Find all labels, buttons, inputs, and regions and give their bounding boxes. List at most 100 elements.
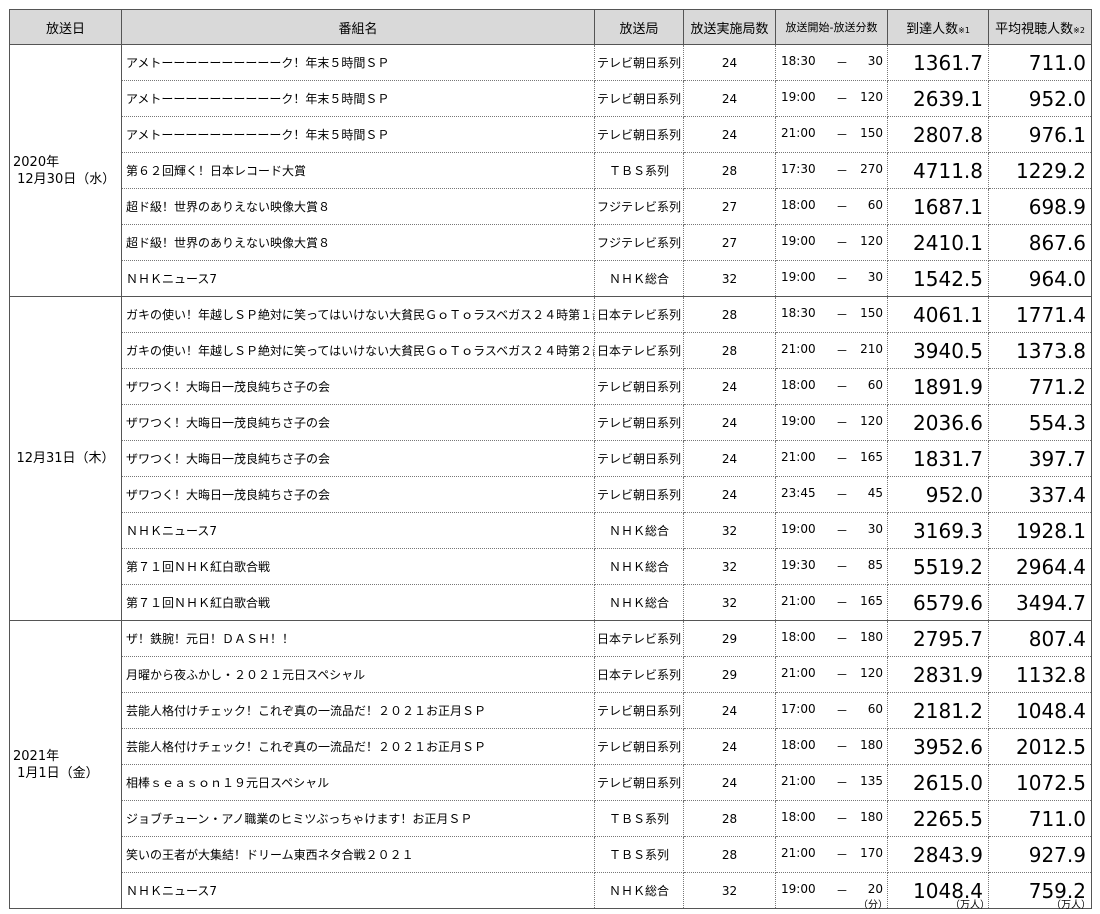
program-name: ＮＨＫニュース7 (121, 260, 595, 297)
unit-minutes: （分） (858, 900, 888, 911)
table-row: 超ド級！世界のありえない映像大賞８ フジテレビ系列 27 18:00 － 60 1687.1… (10, 188, 1092, 225)
table-row: 笑いの王者が大集結！ドリーム東西ネタ合戦２０２１ ＴＢＳ系列 28 21:00 － 170… (10, 836, 1092, 873)
station-name: ＮＨＫ総合 (594, 872, 684, 909)
average-viewers: 2964.4 (988, 548, 1092, 585)
station-name: ＮＨＫ総合 (594, 548, 684, 585)
table-row: アメトーーーーーーーーーーク！年末５時間ＳＰ テレビ朝日系列 24 21:00 － 150… (10, 116, 1092, 153)
stations-count: 28 (683, 296, 776, 333)
header-program-name: 番組名 (121, 9, 595, 45)
reach-count: 2410.1 (887, 224, 989, 261)
time-dash: － (836, 308, 849, 322)
time-dash: － (836, 632, 849, 646)
duration-minutes: 45 (867, 486, 883, 500)
station-name: フジテレビ系列 (594, 224, 684, 261)
reach-count: 4061.1 (887, 296, 989, 333)
station-name: 日本テレビ系列 (594, 296, 684, 333)
time-dash: － (836, 596, 849, 610)
average-viewers: 1132.8 (988, 656, 1092, 693)
stations-count: 28 (683, 152, 776, 189)
reach-count: 1891.9 (887, 368, 989, 405)
duration-minutes: 150 (860, 126, 883, 140)
stations-count: 32 (683, 872, 776, 909)
duration-minutes: 60 (867, 198, 883, 212)
broadcast-date-line: 2020年 (13, 154, 60, 170)
average-viewers: 927.9 (988, 836, 1092, 873)
broadcast-time: 21:00 － 165 (775, 440, 888, 477)
average-viewers: 1373.8 (988, 332, 1092, 369)
table-row: ザワつく！大晦日一茂良純ちさ子の会 テレビ朝日系列 24 23:45 － 45 952.0 3… (10, 476, 1092, 513)
time-dash: － (836, 776, 849, 790)
broadcast-date-line: 12月31日（木） (16, 451, 115, 466)
broadcast-time: 21:00 － 120 (775, 656, 888, 693)
time-dash: － (836, 380, 849, 394)
duration-minutes: 60 (867, 378, 883, 392)
stations-count: 27 (683, 188, 776, 225)
table-row: 第７１回ＮＨＫ紅白歌合戦 ＮＨＫ総合 32 19:30 － 85 5519.2 2964.4 (10, 548, 1092, 585)
time-dash: － (836, 200, 849, 214)
table-row: ザワつく！大晦日一茂良純ちさ子の会 テレビ朝日系列 24 21:00 － 165 1831.… (10, 440, 1092, 477)
broadcast-time: 19:00 － 120 (775, 80, 888, 117)
duration-minutes: 165 (860, 594, 883, 608)
program-name: ガキの使い！年越しＳＰ絶対に笑ってはいけない大貧民ＧｏＴｏラスベガス２４時第２部 (121, 332, 595, 369)
station-name: テレビ朝日系列 (594, 368, 684, 405)
reach-count: 1361.7 (887, 44, 989, 81)
duration-minutes: 120 (860, 414, 883, 428)
average-viewers: 1072.5 (988, 764, 1092, 801)
reach-count: 2036.6 (887, 404, 989, 441)
reach-count: 6579.6 (887, 584, 989, 621)
broadcast-time: 17:00 － 60 (775, 692, 888, 729)
duration-minutes: 30 (867, 270, 883, 284)
start-time: 21:00 (781, 846, 816, 860)
broadcast-date: 2020年 12月30日（水） (9, 44, 122, 297)
header-date: 放送日 (9, 9, 122, 45)
average-viewers: 554.3 (988, 404, 1092, 441)
average-viewers: 337.4 (988, 476, 1092, 513)
unit-reach: （万人） (950, 900, 990, 911)
start-time: 21:00 (781, 342, 816, 356)
duration-minutes: 120 (860, 90, 883, 104)
table-row: ＮＨＫニュース7 ＮＨＫ総合 32 19:00 － 30 3169.3 1928.1 (10, 512, 1092, 549)
reach-count: 2807.8 (887, 116, 989, 153)
header-avg: 平均視聴人数※2 (988, 9, 1092, 45)
start-time: 19:00 (781, 270, 816, 284)
duration-minutes: 30 (867, 522, 883, 536)
start-time: 21:00 (781, 126, 816, 140)
start-time: 18:30 (781, 54, 816, 68)
stations-count: 32 (683, 548, 776, 585)
time-dash: － (836, 884, 849, 898)
header-reach-note: ※1 (958, 25, 970, 35)
average-viewers: 1771.4 (988, 296, 1092, 333)
reach-count: 2639.1 (887, 80, 989, 117)
start-time: 19:00 (781, 414, 816, 428)
reach-count: 3940.5 (887, 332, 989, 369)
broadcast-date: 12月31日（木） (9, 296, 122, 621)
stations-count: 24 (683, 404, 776, 441)
broadcast-time: 18:00 － 180 (775, 620, 888, 657)
average-viewers: 807.4 (988, 620, 1092, 657)
stations-count: 24 (683, 728, 776, 765)
reach-count: 2615.0 (887, 764, 989, 801)
program-name: 超ド級！世界のありえない映像大賞８ (121, 188, 595, 225)
average-viewers: 1229.2 (988, 152, 1092, 189)
time-dash: － (836, 740, 849, 754)
duration-minutes: 180 (860, 738, 883, 752)
broadcast-time: 21:00 － 170 (775, 836, 888, 873)
average-viewers: 976.1 (988, 116, 1092, 153)
stations-count: 24 (683, 44, 776, 81)
program-name: 第６２回輝く！日本レコード大賞 (121, 152, 595, 189)
time-dash: － (836, 164, 849, 178)
time-dash: － (836, 452, 849, 466)
unit-avg: （万人） (1051, 900, 1091, 911)
program-name: ザワつく！大晦日一茂良純ちさ子の会 (121, 404, 595, 441)
duration-minutes: 20 (867, 882, 883, 896)
ratings-table: 放送日 番組名 放送局 放送実施局数 放送開始-放送分数 到達人数※1 平均視聴… (9, 9, 1092, 909)
broadcast-time: 18:00 － 60 (775, 188, 888, 225)
table-row: アメトーーーーーーーーーーク！年末５時間ＳＰ テレビ朝日系列 24 19:00 － 120… (10, 80, 1092, 117)
program-name: ザ！鉄腕！元日！ＤＡＳＨ！！ (121, 620, 595, 657)
program-name: 第７１回ＮＨＫ紅白歌合戦 (121, 548, 595, 585)
stations-count: 32 (683, 260, 776, 297)
stations-count: 32 (683, 512, 776, 549)
table-row: ジョブチューン・アノ職業のヒミツぶっちゃけます！お正月ＳＰ ＴＢＳ系列 28 18:0… (10, 800, 1092, 837)
duration-minutes: 30 (867, 54, 883, 68)
program-name: 芸能人格付けチェック！これぞ真の一流品だ！２０２１お正月ＳＰ (121, 692, 595, 729)
